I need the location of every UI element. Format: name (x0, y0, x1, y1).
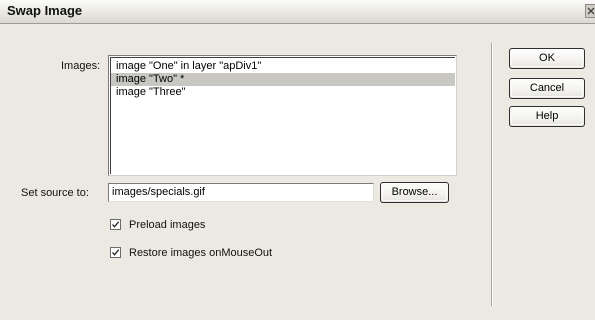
checkmark-icon (112, 221, 120, 228)
preload-images-checkbox[interactable] (110, 219, 121, 230)
list-item-image-three[interactable]: image "Three" (114, 86, 455, 99)
help-button-label: Help (535, 110, 559, 122)
ok-button-label: OK (539, 52, 555, 64)
browse-button-label: Browse... (391, 186, 438, 198)
close-icon (587, 7, 595, 15)
button-column-divider (491, 43, 492, 306)
restore-images-checkbox[interactable] (110, 247, 121, 258)
source-path-input[interactable]: images/specials.gif (108, 183, 374, 202)
set-source-label: Set source to: (21, 187, 89, 199)
close-button[interactable] (585, 4, 595, 18)
images-listbox[interactable]: image "One" in layer "apDiv1" image "Two… (108, 55, 457, 176)
swap-image-dialog: Swap Image Images: image "One" in layer … (0, 0, 595, 320)
preload-images-label[interactable]: Preload images (129, 219, 205, 231)
browse-button[interactable]: Browse... (380, 182, 449, 203)
cancel-button[interactable]: Cancel (509, 78, 585, 99)
list-item-image-two[interactable]: image "Two" * (111, 73, 455, 86)
ok-button[interactable]: OK (509, 48, 585, 69)
checkmark-icon (112, 249, 120, 256)
dialog-title: Swap Image (7, 3, 83, 18)
cancel-button-label: Cancel (529, 82, 565, 94)
images-label: Images: (61, 60, 101, 72)
title-bar[interactable]: Swap Image (0, 0, 595, 24)
help-button[interactable]: Help (509, 106, 585, 127)
list-item-image-one[interactable]: image "One" in layer "apDiv1" (114, 60, 455, 73)
restore-images-label[interactable]: Restore images onMouseOut (129, 247, 272, 259)
